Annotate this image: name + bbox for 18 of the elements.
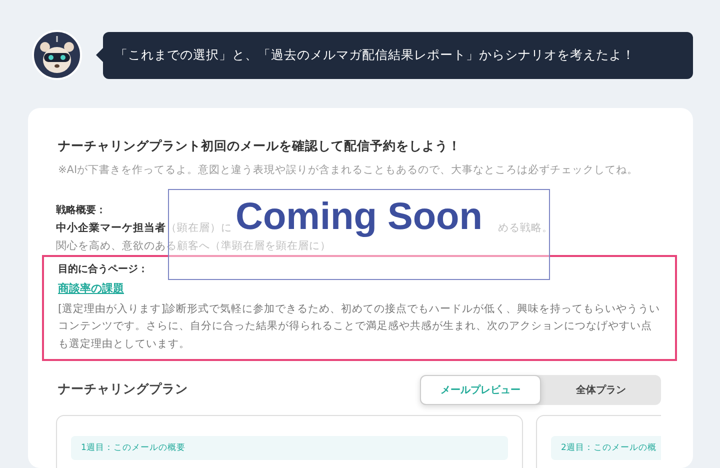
bubble-tail-icon: [96, 48, 103, 62]
matching-page-label: 目的に合うページ：: [58, 262, 148, 276]
strategy-text: （顕在層）に: [166, 221, 232, 235]
strategy-label: 戦略概要：: [56, 204, 106, 217]
view-tab[interactable]: メールプレビュー: [420, 374, 540, 405]
reason-text: [選定理由が入ります]診断形式で気軽に参加できるため、初めての接点でもハードルが低く、興味を持ってもらいやうういコンテンツです。さらに、自分に合った結果が得られることで満足感や共感が生まれ、次のアクションにつなげやすい点も選定理由としています。: [58, 302, 661, 352]
view-tab[interactable]: 全体プラン: [540, 374, 661, 405]
email-summary: 1週目：このメールの概要: [71, 436, 508, 460]
heading: ナーチャリングプラント初回のメールを確認して配信予約をしよう！: [58, 138, 462, 155]
coming-soon-text: Coming Soon: [236, 200, 482, 234]
notice-text: ※AIが下書きを作ってるよ。意図と違う表現や誤りが含まれることもあるので、大事なところは必ずチェックしてね。: [58, 163, 640, 177]
page-link[interactable]: 商談率の課題: [58, 281, 124, 296]
raccoon-avatar-icon: [32, 30, 82, 80]
target-text: 中小企業マーケ担当者: [56, 221, 166, 235]
email-summary: 2週目：このメールの概: [551, 436, 661, 460]
plan-title: ナーチャリングプラン: [58, 381, 188, 398]
assistant-message: 「これまでの選択」と、「過去のメルマガ配信結果レポート」からシナリオを考えたよ！: [103, 32, 693, 78]
strategy-text: める戦略。: [498, 221, 553, 235]
